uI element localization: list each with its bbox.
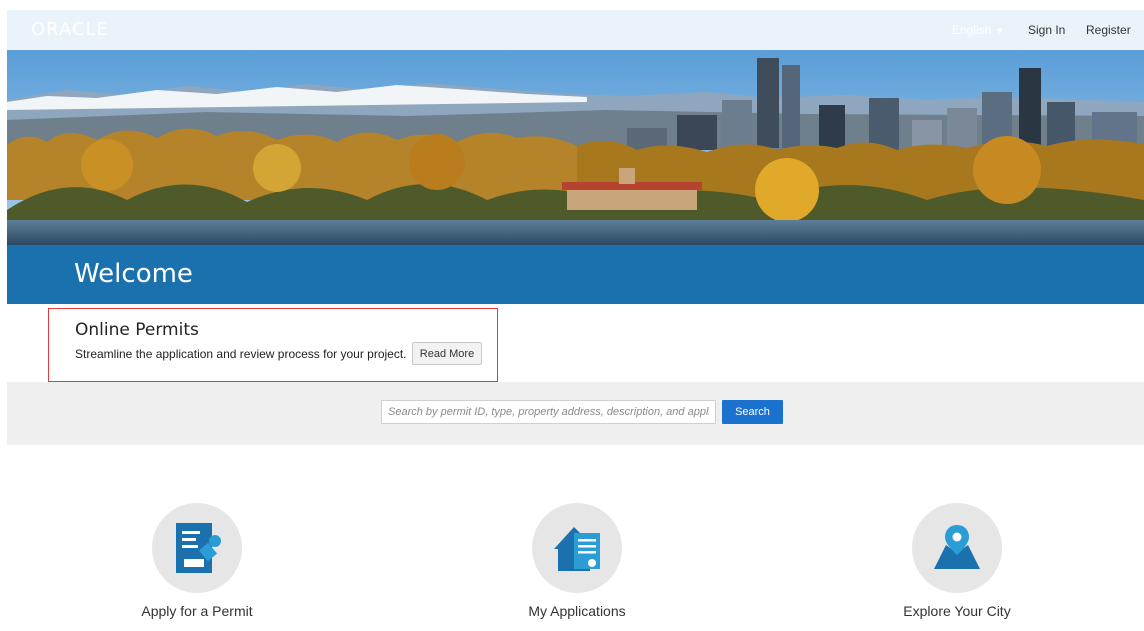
register-link[interactable]: Register xyxy=(1086,23,1131,37)
search-button[interactable]: Search xyxy=(722,400,783,424)
oracle-logo[interactable]: ORACLE xyxy=(31,19,109,40)
tile-label: Explore Your City xyxy=(903,603,1011,619)
online-permits-title: Online Permits xyxy=(75,320,199,340)
language-label: English xyxy=(952,23,992,37)
city-skyline-illustration xyxy=(7,50,1144,245)
explore-city-icon-circle xyxy=(912,503,1002,593)
my-applications-icon-circle xyxy=(532,503,622,593)
apply-permit-icon xyxy=(176,523,221,573)
tile-label: Apply for a Permit xyxy=(141,603,253,619)
read-more-button[interactable]: Read More xyxy=(412,342,482,365)
explore-city-icon xyxy=(934,525,980,569)
language-selector[interactable]: English ▼ xyxy=(952,23,1004,37)
top-header: ORACLE English ▼ Sign In Register xyxy=(7,10,1144,50)
tile-my-applications[interactable]: My Applications xyxy=(477,503,677,619)
sign-in-link[interactable]: Sign In xyxy=(1028,23,1065,37)
chevron-down-icon: ▼ xyxy=(995,26,1005,36)
permit-search-input[interactable] xyxy=(381,400,716,424)
online-permits-description: Streamline the application and review pr… xyxy=(75,347,407,361)
my-applications-icon xyxy=(554,527,600,571)
welcome-heading: Welcome xyxy=(74,259,193,289)
search-bar-section: Search xyxy=(7,382,1144,445)
apply-permit-icon-circle xyxy=(152,503,242,593)
tile-explore-your-city[interactable]: Explore Your City xyxy=(857,503,1057,619)
tile-label: My Applications xyxy=(528,603,626,619)
hero-banner-image xyxy=(7,50,1144,245)
tile-apply-for-permit[interactable]: Apply for a Permit xyxy=(97,503,297,619)
welcome-banner: Welcome xyxy=(7,245,1144,304)
